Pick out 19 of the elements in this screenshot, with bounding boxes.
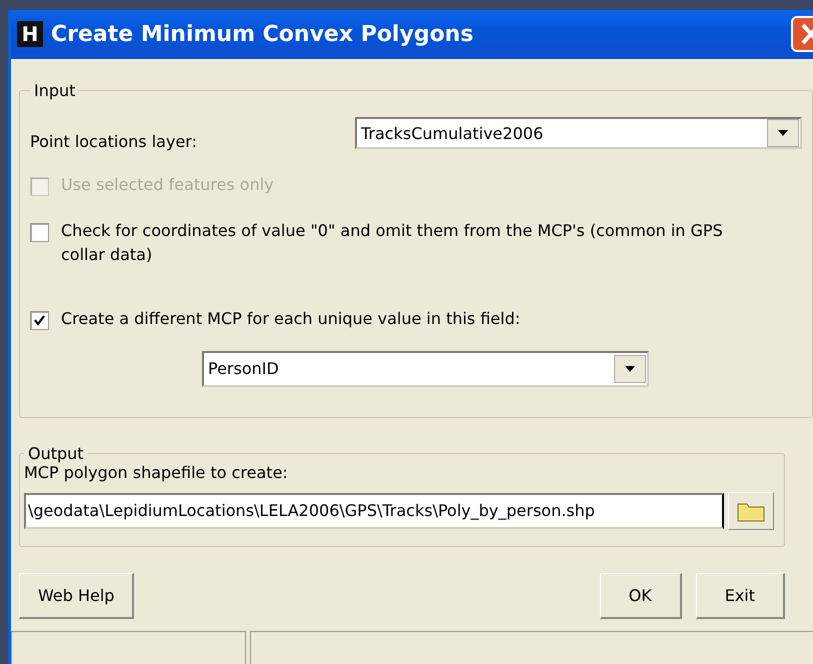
dialog-button[interactable]: Web Help <box>19 572 134 619</box>
field-dropdown[interactable]: PersonID <box>202 350 649 387</box>
dialog-button[interactable]: OK <box>600 572 682 619</box>
checkbox[interactable] <box>30 310 49 330</box>
field-label: Point locations layer: <box>30 132 198 151</box>
browse-button[interactable] <box>728 492 774 530</box>
checkbox-label: Use selected features only <box>61 174 274 196</box>
dialog-button[interactable]: Exit <box>696 572 785 619</box>
checkbox-label: Check for coordinates of value "0" and omit them from the MCP's (common in GPS collar data) <box>61 220 724 266</box>
app-icon: H <box>17 21 43 48</box>
group-title: Output <box>27 444 85 463</box>
checkbox[interactable] <box>30 222 49 242</box>
checkmark-icon <box>33 314 46 327</box>
checkbox-label: Create a different MCP for each unique value in this field: <box>61 308 520 330</box>
path-input-field[interactable]: \geodata\LepidiumLocations\LELA2006\GPS\Tracks\Poly_by_person.shp <box>24 492 724 529</box>
field-label: MCP polygon shapefile to create: <box>24 462 288 482</box>
layer-dropdown[interactable]: TracksCumulative2006 <box>355 117 802 150</box>
group-title: Input <box>33 80 76 100</box>
window-title: Create Minimum Convex Polygons <box>51 22 474 47</box>
